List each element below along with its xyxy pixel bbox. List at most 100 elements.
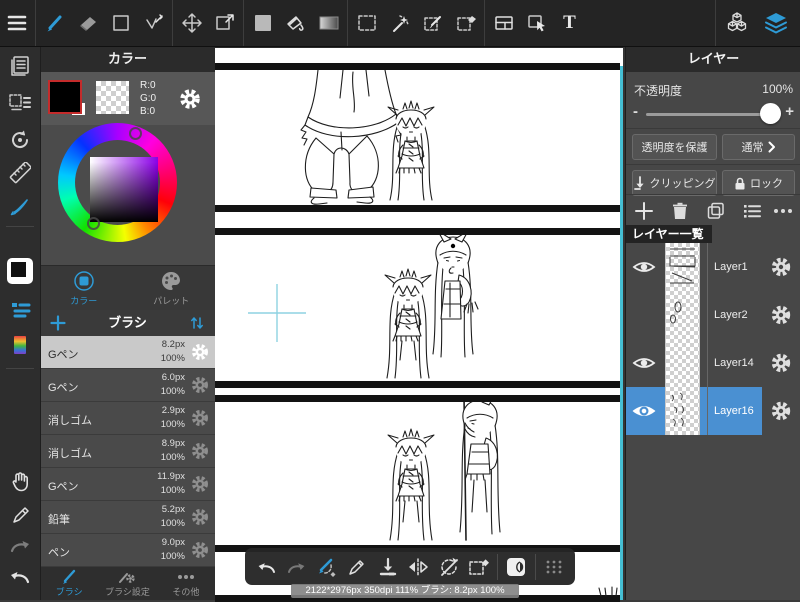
layer-settings-button[interactable]: [770, 400, 792, 422]
rect-tool-button[interactable]: [104, 0, 137, 46]
material-toggle-button[interactable]: [501, 548, 531, 585]
protect-alpha-button[interactable]: 透明度を保護: [632, 134, 717, 160]
color-swatch-tool-active[interactable]: [0, 256, 40, 286]
ruler-button[interactable]: [0, 158, 40, 188]
fill-rect-tool-button[interactable]: [246, 0, 279, 46]
visibility-eye-icon[interactable]: [631, 353, 657, 373]
opacity-minus[interactable]: -: [633, 103, 638, 120]
magic-wand-button[interactable]: [383, 0, 416, 46]
brush-settings-button[interactable]: [190, 342, 210, 362]
layers-icon: [765, 13, 787, 34]
layer-row[interactable]: Layer14: [626, 339, 800, 387]
hue-selector[interactable]: [129, 127, 142, 140]
add-brush-icon[interactable]: [50, 315, 66, 331]
quick-save-button[interactable]: [373, 548, 403, 585]
transform-tool-button[interactable]: [208, 0, 241, 46]
rotate-reset-button[interactable]: [0, 125, 40, 155]
tab-palette[interactable]: パレット: [128, 266, 216, 311]
brush-settings-button[interactable]: [190, 375, 210, 395]
quick-undo-button[interactable]: [251, 548, 281, 585]
lock-button[interactable]: ロック: [722, 170, 795, 196]
layer-more-button[interactable]: [771, 199, 795, 223]
brush-settings-button[interactable]: [190, 474, 210, 494]
opacity-plus[interactable]: +: [785, 103, 794, 120]
brush-settings-button[interactable]: [190, 441, 210, 461]
undo-button[interactable]: [0, 561, 40, 591]
visibility-eye-icon[interactable]: [631, 257, 657, 277]
color-settings-button[interactable]: [178, 87, 202, 111]
brush-row[interactable]: Gペン 8.2px 100%: [40, 336, 215, 369]
layer-settings-button[interactable]: [770, 304, 792, 326]
text-tool-button[interactable]: T: [553, 0, 586, 46]
canvas-area[interactable]: 2122*2976px 350dpi 111% ブラシ: 8.2px 100%: [215, 46, 625, 602]
layer-settings-button[interactable]: [770, 352, 792, 374]
layer-row[interactable]: Layer1: [626, 243, 800, 291]
hand-tool-button[interactable]: [0, 466, 40, 496]
tab-color[interactable]: カラー: [40, 266, 128, 311]
gradient-tool-button[interactable]: [312, 0, 345, 46]
quick-redo-button[interactable]: [281, 548, 311, 585]
brush-row[interactable]: ペン 9.0px 100%: [40, 534, 215, 567]
saturation-value-square[interactable]: [90, 157, 158, 222]
opacity-slider-knob[interactable]: [760, 103, 781, 124]
floatbar-drag-handle[interactable]: [539, 548, 569, 585]
transparent-color-swatch[interactable]: [96, 81, 129, 114]
brush-row[interactable]: 消しゴム 8.9px 100%: [40, 435, 215, 468]
eraser-tool-button[interactable]: [71, 0, 104, 46]
reset-rotation-button[interactable]: [433, 548, 463, 585]
add-layer-button[interactable]: [632, 199, 656, 223]
palette-strip-button[interactable]: [0, 330, 40, 360]
polyline-tool-button[interactable]: [137, 0, 170, 46]
brush-settings-button[interactable]: [190, 540, 210, 560]
material-brush-button[interactable]: [0, 191, 40, 221]
no-rotate-icon: [440, 557, 458, 576]
panel-border: [215, 395, 620, 402]
brush-row[interactable]: 鉛筆 5.2px 100%: [40, 501, 215, 534]
menu-button[interactable]: [0, 0, 33, 46]
brush-eraser-toggle-button[interactable]: [312, 548, 342, 585]
bucket-tool-button[interactable]: [279, 0, 312, 46]
status-info-bar: 2122*2976px 350dpi 111% ブラシ: 8.2px 100%: [291, 584, 519, 598]
pen-icon: [349, 559, 365, 575]
move-tool-button[interactable]: [175, 0, 208, 46]
foreground-color-swatch[interactable]: [48, 80, 82, 114]
layer-list-options-button[interactable]: [740, 199, 764, 223]
clipping-button[interactable]: クリッピング: [632, 170, 717, 196]
flip-horizontal-button[interactable]: [403, 548, 433, 585]
brush-row[interactable]: Gペン 11.9px 100%: [40, 468, 215, 501]
select-pen-button[interactable]: [416, 0, 449, 46]
brush-row[interactable]: 消しゴム 2.9px 100%: [40, 402, 215, 435]
delete-layer-button[interactable]: [668, 199, 692, 223]
redo-button[interactable]: [0, 530, 40, 560]
brush-tool-button[interactable]: [38, 0, 71, 46]
pages-button[interactable]: [0, 50, 40, 80]
brush-settings-button[interactable]: [190, 408, 210, 428]
brush-settings-button[interactable]: [190, 507, 210, 527]
quick-pen-button[interactable]: [342, 548, 372, 585]
layer-row-selected[interactable]: Layer16: [626, 387, 800, 435]
panel-divide-button[interactable]: [487, 0, 520, 46]
layer-settings-button[interactable]: [770, 256, 792, 278]
sv-selector[interactable]: [87, 217, 100, 230]
opacity-slider[interactable]: - +: [626, 102, 800, 126]
blend-mode-button[interactable]: 通常: [722, 134, 795, 160]
materials-button[interactable]: [718, 0, 756, 46]
rainbow-swatch-icon: [14, 336, 26, 354]
layers-panel-toggle-button[interactable]: [756, 0, 796, 46]
select-eraser-button[interactable]: [449, 0, 482, 46]
brush-row[interactable]: Gペン 6.0px 100%: [40, 369, 215, 402]
stylus-settings-button[interactable]: [0, 499, 40, 529]
visibility-eye-icon[interactable]: [631, 401, 657, 421]
undo-icon: [11, 572, 30, 584]
layer-row[interactable]: Layer2: [626, 291, 800, 339]
object-select-button[interactable]: [520, 0, 553, 46]
tab-brush-settings[interactable]: ブラシ設定: [98, 567, 156, 600]
marquee-select-button[interactable]: [350, 0, 383, 46]
tab-others[interactable]: その他: [157, 567, 215, 600]
sort-brushes-icon[interactable]: [189, 315, 205, 331]
snap-settings-button[interactable]: [0, 295, 40, 325]
duplicate-layer-button[interactable]: [704, 199, 728, 223]
select-menu-button[interactable]: [0, 88, 40, 118]
deselect-button[interactable]: [464, 548, 494, 585]
tab-brush[interactable]: ブラシ: [40, 567, 98, 600]
